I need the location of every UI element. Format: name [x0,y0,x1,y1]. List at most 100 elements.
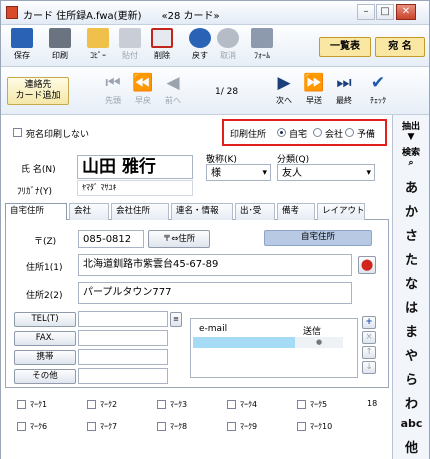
index-ya[interactable]: や [393,345,430,364]
first-record-button[interactable]: ⏮ 先頭 [98,73,128,111]
mark10-checkbox[interactable] [297,422,306,431]
filter-icon: ▼ [407,132,415,142]
check-button[interactable]: ✔ ﾁｪｯｸ [363,73,393,111]
index-sidebar: 抽出 ▼ 検索 ⌕ あ か さ た な は ま や ら わ abc 他 [392,115,429,459]
index-ra[interactable]: ら [393,369,430,388]
fast-forward-button[interactable]: ⏩ 早送 [299,73,329,111]
redo-icon [217,28,239,48]
mobile-button[interactable]: 携帯 [14,350,76,365]
print-home-radio[interactable] [277,128,286,137]
tab-company[interactable]: 会社 [69,203,109,220]
honorific-dropdown[interactable]: 様 [206,164,271,182]
map-pin-icon: ⬤ [360,258,374,271]
fax-field[interactable] [78,330,168,346]
mark9-checkbox[interactable] [227,422,236,431]
close-button[interactable]: ✕ [396,4,416,20]
address2-field[interactable]: パープルタウン777 [78,282,352,304]
fast-back-label: 早戻 [135,96,151,105]
maximize-button[interactable]: □ [376,4,394,20]
mark4-label: ﾏｰｸ4 [240,400,258,409]
fax-button[interactable]: FAX. [14,331,76,346]
index-abc[interactable]: abc [393,417,430,430]
other-field[interactable] [78,368,168,384]
tab-company-address[interactable]: 会社住所 [111,203,169,220]
postal-to-address-button[interactable]: 〒⇔住所 [148,230,210,248]
email-row-selected[interactable] [193,337,295,348]
address-label-button[interactable]: 宛 名 [375,37,425,57]
form-icon [251,28,273,48]
save-button[interactable]: 保存 [5,27,39,65]
index-ta[interactable]: た [393,249,430,268]
tab-send-receive[interactable]: 出･受 [235,203,275,220]
home-address-button[interactable]: 自宅住所 [264,230,372,246]
list-view-button[interactable]: 一覧表 [319,37,371,57]
fast-back-button[interactable]: ⏪ 早戻 [128,73,158,111]
next-record-button[interactable]: ▶ 次へ [269,73,299,111]
tab-notes[interactable]: 備考 [277,203,315,220]
copy-icon [87,28,109,48]
index-ma[interactable]: ま [393,321,430,340]
last-record-button[interactable]: ⏭ 最終 [329,73,359,111]
delete-label: 削除 [154,51,170,60]
index-ha[interactable]: は [393,297,430,316]
window-title: カード 住所録A.fwa(更新) «28 カード» [23,11,220,22]
no-address-print-checkbox[interactable] [13,128,22,137]
email-delete-button[interactable]: × [362,331,376,344]
print-address-label: 印刷住所 [230,130,267,140]
mark9-label: ﾏｰｸ9 [240,422,258,431]
form-label: ﾌｫｰﾑ [254,51,270,60]
address1-field[interactable]: 北海道釧路市紫雲台45-67-89 [78,254,352,276]
tel-field[interactable] [78,311,168,327]
postal-code-field[interactable]: 085-0812 [78,230,144,248]
add-contact-card-button[interactable]: 連絡先 カード追加 [7,77,69,105]
print-company-radio[interactable] [313,128,322,137]
tab-layout[interactable]: レイアウト [317,203,365,220]
email-up-button[interactable]: ↑ [362,346,376,359]
redo-button[interactable]: 取消 [211,27,245,65]
copy-button[interactable]: ｺﾋﾟｰ [81,27,115,65]
index-ka[interactable]: か [393,201,430,220]
search-button[interactable]: 検索 ⌕ [395,145,427,168]
print-spare-radio[interactable] [345,128,354,137]
navigation-bar: 連絡先 カード追加 ⏮ 先頭 ⏪ 早戻 ◀ 前へ 1/ 28 ▶ 次へ ⏩ 早送 ⏭ 最終 … [1,67,429,115]
category-dropdown[interactable]: 友人 [277,164,375,182]
tel-memo-button[interactable]: ≡ [170,312,182,327]
mark7-checkbox[interactable] [87,422,96,431]
furigana-field[interactable]: ﾔﾏﾀﾞ ﾏｻﾕｷ [77,180,193,196]
extract-button[interactable]: 抽出 ▼ [395,119,427,142]
name-label: 氏 名(N) [21,165,56,175]
index-a[interactable]: あ [393,177,430,196]
email-down-button[interactable]: ↓ [362,361,376,374]
minimize-button[interactable]: – [357,4,375,20]
name-field[interactable]: 山田 雅行 [77,155,193,179]
furigana-label: ﾌﾘｶﾞﾅ(Y) [17,187,53,197]
prev-record-button[interactable]: ◀ 前へ [158,73,188,111]
index-wa[interactable]: わ [393,393,430,412]
tel-button[interactable]: TEL(T) [14,312,76,327]
send-cell[interactable]: ● [295,337,343,348]
form-button[interactable]: ﾌｫｰﾑ [245,27,279,65]
mark5-checkbox[interactable] [297,400,306,409]
mark8-checkbox[interactable] [157,422,166,431]
paste-label: 貼付 [122,51,138,60]
paste-button[interactable]: 貼付 [113,27,147,65]
index-na[interactable]: な [393,273,430,292]
other-button[interactable]: その他 [14,369,76,384]
record-position: 1/ 28 [215,87,239,97]
mark1-checkbox[interactable] [17,400,26,409]
mobile-field[interactable] [78,349,168,365]
tab-home-address[interactable]: 自宅住所 [5,203,67,221]
index-sa[interactable]: さ [393,225,430,244]
print-button[interactable]: 印刷 [43,27,77,65]
mark2-checkbox[interactable] [87,400,96,409]
map-pin-button[interactable]: ⬤ [358,256,376,274]
index-other[interactable]: 他 [393,437,430,456]
delete-button[interactable]: 削除 [145,27,179,65]
email-add-button[interactable]: + [362,316,376,329]
mark6-checkbox[interactable] [17,422,26,431]
mark3-checkbox[interactable] [157,400,166,409]
tab-joint-info[interactable]: 連名・情報 [171,203,233,220]
print-icon [49,28,71,48]
mark4-checkbox[interactable] [227,400,236,409]
send-dot-icon: ● [315,338,323,346]
